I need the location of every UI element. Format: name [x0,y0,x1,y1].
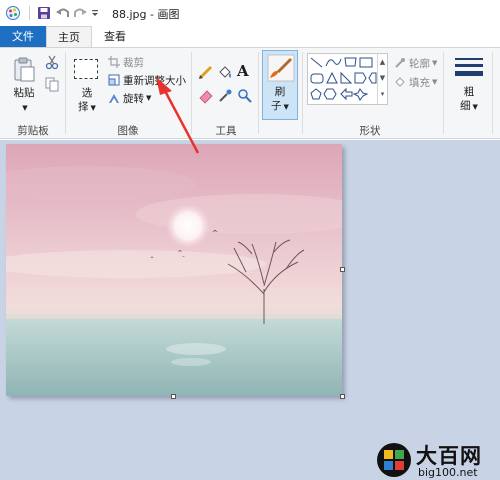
outline-icon [395,58,405,68]
select-dropdown-icon[interactable]: ▼ [91,104,96,112]
brushes-label-2: 子 [271,100,282,112]
group-divider [258,52,259,134]
size-label: 粗 细 ▼ [454,85,484,114]
landscape-photo [6,144,342,396]
crop-label: 裁剪 [123,56,144,69]
size-label-2: 细 [460,100,471,112]
select-icon[interactable] [74,59,98,79]
size-dropdown-icon[interactable]: ▼ [473,103,478,111]
outline-label: 轮廓 [409,57,430,70]
canvas-area[interactable] [0,140,500,480]
title-separator [29,6,30,20]
shapes-scroll[interactable]: ▲ ▼ ▾ [377,54,387,104]
outline-button[interactable]: 轮廓 ▼ [394,55,437,71]
fill-button[interactable]: 填充 ▼ [394,74,437,90]
tab-home[interactable]: 主页 [46,26,92,48]
tab-view[interactable]: 查看 [94,26,136,47]
paste-icon[interactable] [12,56,36,82]
redo-icon[interactable] [72,5,88,21]
fill-icon[interactable] [217,64,233,80]
resize-handle-corner[interactable] [340,394,345,399]
tab-file[interactable]: 文件 [0,26,46,47]
watermark-logo [377,443,411,477]
brushes-button[interactable]: 刷 子 ▼ [262,50,298,120]
size-label-1: 粗 [463,86,475,98]
paste-dropdown-icon[interactable]: ▼ [22,104,27,112]
resize-handle-bottom[interactable] [171,394,176,399]
clipboard-group-label: 剪贴板 [17,125,49,137]
rotate-label: 旋转 [123,92,144,105]
brushes-label: 刷 子 ▼ [263,85,297,114]
color-picker-icon[interactable] [217,88,233,104]
fill-dropdown-icon[interactable]: ▼ [432,78,437,86]
paint-app-icon[interactable] [5,5,21,21]
brushes-label-1: 刷 [274,86,286,98]
crop-icon [108,56,120,68]
outline-dropdown-icon[interactable]: ▼ [432,59,437,67]
brush-icon [267,54,295,82]
shapes-gallery-icons [310,57,377,101]
group-divider [443,52,444,134]
shapes-group-label: 形状 [359,125,381,137]
resize-icon [108,74,120,86]
customize-quick-access-icon[interactable] [90,5,100,21]
group-divider [302,52,303,134]
ribbon: 粘贴 ▼ 剪贴板 选 择 ▼ 裁剪 重新调整大小 旋转 ▼ 图像 A 工具 刷 … [0,47,500,139]
paste-label: 粘贴 [13,87,35,99]
image-group-label: 图像 [117,125,139,137]
select-label-2: 择 [78,101,89,113]
rotate-button[interactable]: 旋转 ▼ [108,90,151,106]
watermark: 大百网 big100.net [376,440,500,480]
shape-fill-icon [395,77,405,87]
ribbon-tabs: 文件 主页 查看 [0,26,500,48]
scissors-icon[interactable] [44,54,60,70]
select-button[interactable]: 选 择 ▼ [74,86,100,115]
magnifier-icon[interactable] [237,88,253,104]
title-bar: 88.jpg - 画图 [0,0,500,26]
shapes-gallery[interactable]: ▲ ▼ ▾ [307,53,388,105]
select-label-1: 选 [81,87,93,99]
group-divider [65,52,66,134]
undo-icon[interactable] [55,5,71,21]
brushes-dropdown-icon[interactable]: ▼ [284,103,289,111]
group-divider [492,52,493,134]
fill-label: 填充 [409,76,430,89]
save-icon[interactable] [36,5,52,21]
annotation-arrow [156,77,200,154]
crop-button[interactable]: 裁剪 [108,54,144,70]
copy-icon[interactable] [44,76,60,92]
resize-handle-right[interactable] [340,267,345,272]
window-title: 88.jpg - 画图 [112,8,180,21]
paste-button[interactable]: 粘贴 ▼ [11,86,37,115]
watermark-url: big100.net [418,466,478,479]
rotate-icon [109,94,119,103]
canvas-image[interactable] [6,144,342,396]
line-size-icon [455,58,483,76]
text-icon[interactable]: A [237,62,253,80]
